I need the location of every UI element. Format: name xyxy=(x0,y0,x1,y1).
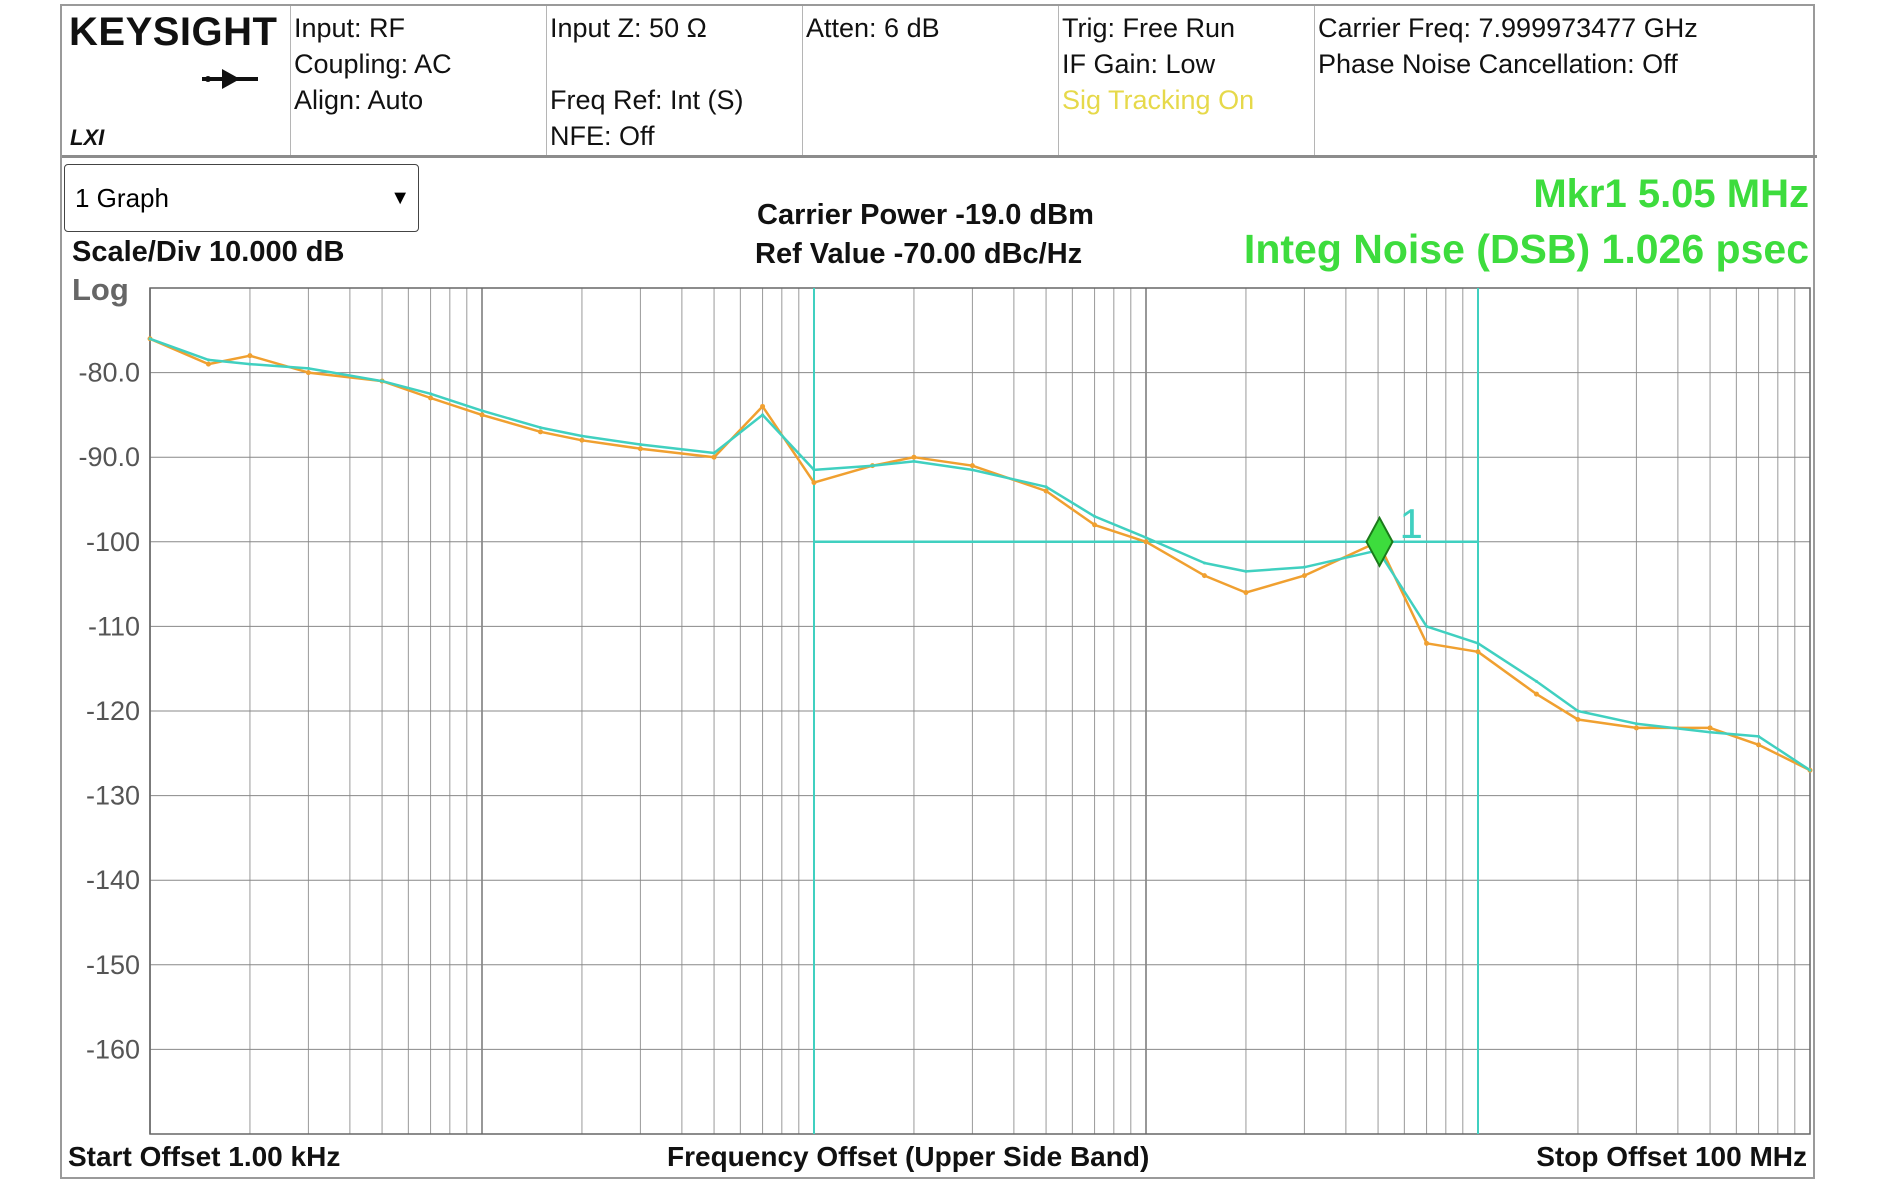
smoothed-trace-point xyxy=(712,451,716,455)
smoothed-trace-point xyxy=(1808,768,1812,772)
marker-number-label: 1 xyxy=(1399,500,1422,547)
x-axis-title: Frequency Offset (Upper Side Band) xyxy=(667,1141,1150,1172)
raw-trace-point xyxy=(760,403,766,409)
smoothed-trace-point xyxy=(1476,641,1480,645)
raw-trace-point xyxy=(969,463,975,469)
raw-trace-point xyxy=(1633,725,1639,731)
stop-offset-label: Stop Offset 100 MHz xyxy=(1536,1141,1807,1172)
smoothed-trace-point xyxy=(1244,569,1248,573)
raw-trace-point xyxy=(1243,590,1249,596)
raw-trace-point xyxy=(911,454,917,460)
smoothed-trace-point xyxy=(248,362,252,366)
smoothed-trace-point xyxy=(1093,514,1097,518)
raw-trace-point xyxy=(428,395,434,401)
smoothed-trace-point xyxy=(812,468,816,472)
phase-noise-plot: -80.0 -90.0 -100 -110 -120 -130 -140 -150 -160 1 xyxy=(78,287,1813,1135)
smoothed-trace-point xyxy=(1534,679,1538,683)
raw-trace-point xyxy=(1575,716,1581,722)
raw-trace-point xyxy=(1201,573,1207,579)
raw-trace-point xyxy=(247,353,253,359)
raw-trace-point xyxy=(1756,742,1762,748)
smoothed-trace-line xyxy=(149,337,1811,772)
raw-trace-line xyxy=(149,337,1811,772)
y-tick-label: -80.0 xyxy=(78,358,140,388)
y-tick-label: -150 xyxy=(86,950,140,980)
raw-trace-point xyxy=(1533,691,1539,697)
smoothed-trace-point xyxy=(1144,536,1148,540)
smoothed-trace-point xyxy=(480,409,484,413)
smoothed-trace-point xyxy=(1425,624,1429,628)
smoothed-trace-point xyxy=(206,358,210,362)
smoothed-trace-point xyxy=(1757,734,1761,738)
y-tick-label: -120 xyxy=(86,696,140,726)
raw-trace-point xyxy=(305,370,311,376)
smoothed-trace-point xyxy=(380,379,384,383)
smoothed-trace-point xyxy=(761,413,765,417)
raw-trace-point xyxy=(479,412,485,418)
smoothed-trace-point xyxy=(1202,561,1206,565)
analyzer-screen: KEYSIGHT LXI Input: RF Coupling: AC Alig… xyxy=(60,4,1817,1179)
raw-trace-point xyxy=(579,437,585,443)
smoothed-trace-point xyxy=(1634,722,1638,726)
smoothed-trace-point xyxy=(1576,709,1580,713)
smoothed-trace-point xyxy=(638,443,642,447)
marker-diamond xyxy=(1365,515,1394,568)
y-tick-label: -100 xyxy=(86,527,140,557)
smoothed-trace-point xyxy=(970,468,974,472)
raw-trace-point xyxy=(1301,573,1307,579)
y-tick-label: -160 xyxy=(86,1034,140,1064)
y-tick-label: -130 xyxy=(86,781,140,811)
raw-trace-point xyxy=(1092,522,1098,528)
smoothed-trace-point xyxy=(1708,730,1712,734)
raw-trace-point xyxy=(711,454,717,460)
y-tick-label: -110 xyxy=(88,611,140,641)
raw-trace-point xyxy=(1143,539,1149,545)
y-tick-label: -90.0 xyxy=(78,442,140,472)
raw-trace-point xyxy=(1424,640,1430,646)
smoothed-trace-point xyxy=(1044,485,1048,489)
raw-trace-point xyxy=(811,480,817,486)
smoothed-trace-point xyxy=(306,366,310,370)
raw-trace-point xyxy=(537,429,543,435)
raw-trace-point xyxy=(205,361,211,367)
raw-trace-point xyxy=(1475,649,1481,655)
start-offset-label: Start Offset 1.00 kHz xyxy=(68,1141,341,1172)
smoothed-trace-point xyxy=(538,426,542,430)
smoothed-trace-point xyxy=(429,392,433,396)
smoothed-trace-point xyxy=(148,337,152,341)
smoothed-trace-point xyxy=(1302,565,1306,569)
smoothed-trace-point xyxy=(580,434,584,438)
raw-trace-point xyxy=(1707,725,1713,731)
y-tick-label: -140 xyxy=(86,865,140,895)
smoothed-trace-point xyxy=(870,464,874,468)
smoothed-trace-point xyxy=(912,459,916,463)
raw-trace-point xyxy=(637,446,643,452)
